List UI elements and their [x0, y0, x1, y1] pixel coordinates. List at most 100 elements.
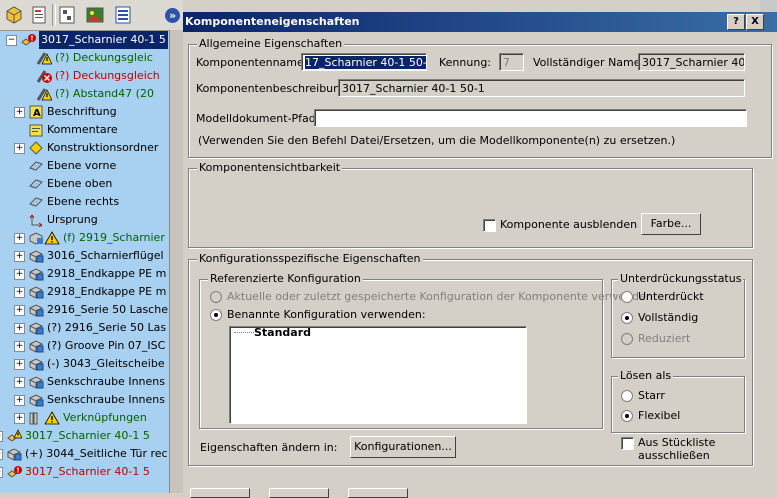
- tree-item-label: 3016_Scharnierflügel: [47, 249, 164, 262]
- expand-icon[interactable]: +: [0, 467, 3, 478]
- tree-item-label: (-) 3043_Gleitscheibe: [47, 357, 165, 370]
- tree-item[interactable]: Kommentare: [0, 121, 170, 139]
- current-configuration-label: Aktuelle oder zuletzt gespeicherte Konfi…: [227, 290, 653, 303]
- expand-icon[interactable]: +: [14, 269, 25, 280]
- tree-item-label: 3017_Scharnier 40-1 5: [25, 465, 150, 478]
- configuration-list[interactable]: Standard: [229, 326, 527, 424]
- expand-icon[interactable]: +: [14, 251, 25, 262]
- collapse-icon[interactable]: −: [6, 35, 17, 46]
- comments-icon: [28, 122, 44, 138]
- mates-warning-icon: [28, 410, 44, 426]
- tree-item[interactable]: + (?) 2916_Serie 50 Las: [0, 319, 170, 337]
- part-warning-icon: [28, 230, 44, 246]
- help-button[interactable]: ?: [727, 14, 745, 30]
- suppression-state-legend: Unterdrückungsstatus: [618, 272, 744, 286]
- tree-item[interactable]: +3017_Scharnier 40-1 5: [0, 463, 170, 481]
- tree-item[interactable]: (?) Abstand47 (20: [0, 85, 170, 103]
- part-icon: [28, 338, 44, 354]
- tree-item[interactable]: +2918_Endkappe PE m: [0, 265, 170, 283]
- full-name-label: Vollständiger Name:: [533, 56, 645, 69]
- plane-icon: [28, 194, 44, 210]
- tree-item-label: Senkschraube Innens: [47, 393, 165, 406]
- tree-item[interactable]: (?) Deckungsgleic: [0, 49, 170, 67]
- tree-item[interactable]: + Senkschraube Innens: [0, 391, 170, 409]
- rigid-radio[interactable]: [621, 390, 633, 402]
- warning-icon: [44, 410, 60, 426]
- expand-icon[interactable]: +: [14, 395, 25, 406]
- suppressed-radio[interactable]: [621, 291, 633, 303]
- part-icon: [28, 248, 44, 264]
- tree-item[interactable]: − 3017_Scharnier 40-1 5: [0, 31, 170, 49]
- cancel-button[interactable]: [269, 488, 329, 498]
- feature-manager-panel: » − 3017_Scharnier 40-1 5 (?) Deckungsglei…: [0, 0, 183, 493]
- expand-icon[interactable]: +: [0, 449, 3, 460]
- tree-item[interactable]: Ursprung: [0, 211, 170, 229]
- component-name-input[interactable]: 17_Scharnier 40-1 50-1: [301, 53, 427, 71]
- expand-icon[interactable]: +: [14, 341, 25, 352]
- tree-item[interactable]: Ebene rechts: [0, 193, 170, 211]
- named-configuration-radio[interactable]: [210, 309, 222, 321]
- tree-item[interactable]: +3016_Scharnierflügel: [0, 247, 170, 265]
- tree-item[interactable]: + Verknüpfungen: [0, 409, 170, 427]
- current-configuration-radio[interactable]: [210, 291, 222, 303]
- resolved-label: Vollständig: [638, 311, 699, 324]
- origin-icon: [28, 212, 44, 228]
- assembly-error-icon: [6, 464, 22, 480]
- resolved-radio[interactable]: [621, 312, 633, 324]
- hide-component-checkbox[interactable]: [483, 219, 496, 232]
- list-item-standard[interactable]: Standard: [254, 326, 311, 340]
- expand-icon[interactable]: +: [14, 377, 25, 388]
- model-path-input[interactable]: [314, 109, 747, 127]
- expand-icon[interactable]: +: [0, 431, 3, 442]
- tree-item[interactable]: Ebene vorne: [0, 157, 170, 175]
- tree-item-label: (?) Groove Pin 07_ISC: [47, 339, 166, 352]
- expand-icon[interactable]: +: [14, 143, 25, 154]
- expand-icon[interactable]: +: [14, 287, 25, 298]
- tree-item[interactable]: +2918_Endkappe PE m: [0, 283, 170, 301]
- chevron-right-icon[interactable]: »: [165, 8, 180, 23]
- tree-item-label: (f) 2919_Scharnier: [63, 231, 165, 244]
- expand-icon[interactable]: +: [14, 359, 25, 370]
- close-button[interactable]: X: [746, 14, 764, 30]
- tree-item-label: 2918_Endkappe PE m: [47, 285, 167, 298]
- layout-tab-icon[interactable]: [112, 4, 134, 26]
- expand-icon[interactable]: +: [14, 413, 25, 424]
- assembly-error-icon: [20, 32, 36, 48]
- tree-item[interactable]: Ebene oben: [0, 175, 170, 193]
- exclude-bom-checkbox[interactable]: [621, 437, 634, 450]
- display-manager-tab-icon[interactable]: [84, 4, 106, 26]
- lightweight-radio[interactable]: [621, 333, 633, 345]
- help-bottom-button[interactable]: [348, 488, 408, 498]
- ok-button[interactable]: [190, 488, 250, 498]
- tree-item[interactable]: + Konstruktionsordner: [0, 139, 170, 157]
- tree-item[interactable]: +2916_Serie 50 Lasche: [0, 301, 170, 319]
- color-button[interactable]: Farbe...: [641, 213, 701, 235]
- suppressed-label: Unterdrückt: [638, 290, 704, 303]
- tree-item[interactable]: + (+) 3044_Seitliche Tür rec: [0, 445, 170, 463]
- tree-item[interactable]: + (-) 3043_Gleitscheibe: [0, 355, 170, 373]
- flexible-radio[interactable]: [621, 410, 633, 422]
- tree-item[interactable]: + (?) Groove Pin 07_ISC: [0, 337, 170, 355]
- tree-item-label: Verknüpfungen: [63, 411, 147, 424]
- tree-item[interactable]: (?) Deckungsgleich: [0, 67, 170, 85]
- expand-icon[interactable]: +: [14, 233, 25, 244]
- change-properties-label: Eigenschaften ändern in:: [200, 441, 338, 454]
- feature-tree-tab-icon[interactable]: [3, 4, 25, 26]
- tree-item[interactable]: +3017_Scharnier 40-1 5: [0, 427, 170, 445]
- expand-icon[interactable]: +: [14, 107, 25, 118]
- feature-manager-toolbar: »: [0, 0, 183, 31]
- tree-item-label: Ebene vorne: [47, 159, 117, 172]
- expand-icon[interactable]: +: [14, 323, 25, 334]
- tree-scrollbar[interactable]: [169, 30, 183, 493]
- expand-icon[interactable]: +: [14, 305, 25, 316]
- design-binder-icon: [28, 140, 44, 156]
- property-manager-tab-icon[interactable]: [28, 4, 50, 26]
- configuration-manager-tab-icon[interactable]: [56, 4, 78, 26]
- mate-warning-icon: [36, 86, 53, 102]
- configurations-button[interactable]: Konfigurationen...: [350, 436, 456, 458]
- tree-item[interactable]: + Senkschraube Innens: [0, 373, 170, 391]
- tree-item[interactable]: + A Beschriftung: [0, 103, 170, 121]
- tree-item-label: Beschriftung: [47, 105, 117, 118]
- tree-item[interactable]: + (f) 2919_Scharnier: [0, 229, 170, 247]
- flexible-label: Flexibel: [638, 409, 681, 422]
